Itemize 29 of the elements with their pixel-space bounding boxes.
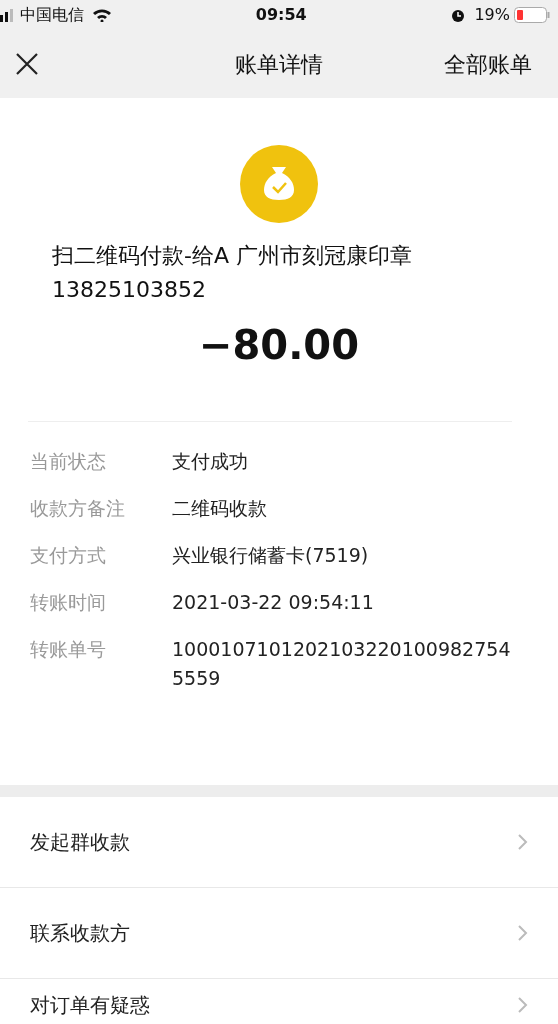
wifi-icon — [92, 8, 112, 22]
detail-label: 支付方式 — [30, 543, 107, 568]
carrier-name: 中国电信 — [20, 4, 84, 26]
signal-icon — [0, 8, 16, 22]
payment-amount: −80.00 — [197, 321, 360, 370]
battery-percent: 19% — [474, 4, 510, 26]
action-row[interactable]: 发起群收款 — [0, 797, 558, 888]
detail-value: 10001071012021032201009827545559 — [172, 637, 512, 691]
action-row[interactable]: 对订单有疑惑 — [0, 979, 558, 1024]
close-icon[interactable] — [16, 53, 38, 75]
detail-label: 转账时间 — [30, 590, 107, 615]
detail-label: 收款方备注 — [30, 496, 126, 521]
money-bag-icon — [240, 145, 318, 223]
alarm-icon — [450, 7, 467, 23]
detail-value: 兴业银行储蓄卡(7519) — [172, 543, 370, 568]
all-bills-link[interactable]: 全部账单 — [444, 47, 532, 81]
chevron-right-icon — [518, 834, 528, 850]
detail-value: 支付成功 — [172, 449, 249, 474]
page-title: 账单详情 — [235, 50, 323, 79]
action-row[interactable]: 联系收款方 — [0, 888, 558, 979]
payee-name: 扫二维码付款-给A 广州市刻冠康印章13825103852 — [51, 242, 413, 304]
battery-icon — [514, 7, 550, 23]
detail-value: 2021-03-22 09:54:11 — [172, 590, 375, 615]
detail-label: 当前状态 — [30, 449, 107, 474]
chevron-right-icon — [518, 997, 528, 1013]
chevron-right-icon — [518, 925, 528, 941]
detail-value: 二维码收款 — [172, 496, 268, 521]
detail-label: 转账单号 — [30, 637, 107, 662]
clock-time: 09:54 — [255, 4, 307, 26]
